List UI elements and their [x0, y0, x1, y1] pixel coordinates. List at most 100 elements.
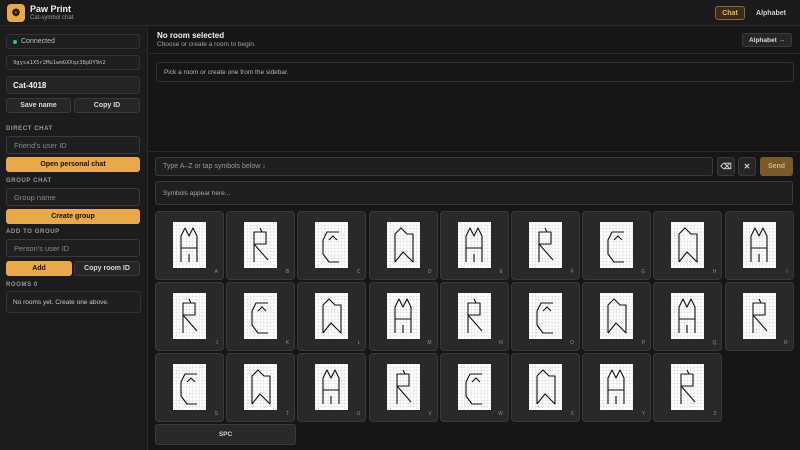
- send-button[interactable]: Send: [760, 157, 793, 176]
- symbol-key-label: A: [214, 269, 218, 275]
- person-id-input[interactable]: Person's user ID: [6, 239, 140, 257]
- symbol-key-g[interactable]: G: [582, 211, 652, 280]
- symbol-key-v[interactable]: V: [368, 353, 438, 422]
- symbol-key-s[interactable]: S: [155, 353, 224, 422]
- alphabet-button[interactable]: Alphabet →: [742, 33, 792, 47]
- symbol-key-label: X: [570, 411, 574, 417]
- symbol-key-x[interactable]: X: [511, 353, 580, 422]
- cat-symbol-glyph-x: [529, 364, 562, 410]
- cat-symbol-glyph-h: [671, 222, 705, 268]
- symbol-key-y[interactable]: Y: [582, 353, 652, 422]
- symbol-key-u[interactable]: U: [297, 353, 367, 422]
- cat-symbol-glyph-o: [529, 293, 562, 339]
- symbol-key-e[interactable]: E: [439, 211, 509, 280]
- rooms-heading: ROOMS 0: [6, 282, 38, 288]
- status-dot-icon: [13, 39, 17, 44]
- symbol-key-h[interactable]: H: [653, 211, 723, 280]
- messages-empty-state: Pick a room or create one from the sideb…: [156, 62, 794, 82]
- cat-symbol-glyph-e: [457, 222, 491, 268]
- save-name-button[interactable]: Save name: [6, 98, 71, 113]
- symbol-key-label: J: [215, 340, 219, 346]
- cat-symbol-glyph-l: [315, 293, 349, 339]
- status-text: Connected: [21, 38, 55, 45]
- symbol-key-a[interactable]: A: [155, 211, 224, 280]
- symbols-preview: Symbols appear here...: [155, 181, 793, 205]
- cat-symbol-glyph-i: [742, 222, 776, 268]
- symbol-key-j[interactable]: J: [155, 282, 224, 351]
- cat-symbol-glyph-b: [244, 222, 278, 268]
- symbol-key-label: T: [286, 411, 290, 417]
- symbol-key-label: P: [641, 340, 646, 346]
- symbol-key-label: W: [498, 411, 503, 417]
- display-name-field[interactable]: Cat-4018: [6, 76, 140, 94]
- symbol-key-label: G: [641, 269, 646, 275]
- cat-symbol-glyph-j: [173, 293, 206, 339]
- cat-symbol-glyph-t: [244, 364, 278, 410]
- symbol-key-b[interactable]: B: [226, 211, 296, 280]
- symbol-key-label: Y: [641, 411, 646, 417]
- symbol-key-n[interactable]: N: [439, 282, 509, 351]
- room-title: No room selected: [157, 31, 225, 40]
- cat-symbol-glyph-d: [386, 222, 420, 268]
- symbol-key-i[interactable]: I: [724, 211, 794, 280]
- cat-symbol-glyph-n: [457, 293, 491, 339]
- user-id-display[interactable]: 9gysa1X5r2Mu1wmGXXqz38pDY9n2: [6, 55, 140, 70]
- app-subtitle: Cat-symbol chat: [30, 15, 74, 21]
- sidebar: Connected 9gysa1X5r2Mu1wmGXXqz38pDY9n2 C…: [0, 26, 148, 450]
- add-to-group-heading: ADD TO GROUP: [6, 229, 60, 235]
- cat-symbol-glyph-a: [173, 222, 206, 268]
- create-group-button[interactable]: Create group: [6, 209, 140, 224]
- symbol-key-o[interactable]: O: [511, 282, 580, 351]
- group-chat-heading: GROUP CHAT: [6, 178, 52, 184]
- symbol-key-label: U: [356, 411, 361, 417]
- cat-symbol-glyph-s: [173, 364, 206, 410]
- cat-symbol-glyph-m: [386, 293, 420, 339]
- symbol-key-m[interactable]: M: [368, 282, 438, 351]
- symbol-key-d[interactable]: D: [368, 211, 438, 280]
- backspace-icon[interactable]: ⌫: [717, 157, 735, 176]
- cat-symbol-glyph-c: [315, 222, 349, 268]
- open-personal-chat-button[interactable]: Open personal chat: [6, 157, 140, 172]
- space-key[interactable]: SPC: [155, 424, 296, 445]
- friend-id-input[interactable]: Friend's user ID: [6, 136, 140, 154]
- symbol-key-label: B: [285, 269, 290, 275]
- symbol-key-label: Z: [713, 411, 717, 417]
- symbol-key-f[interactable]: F: [511, 211, 580, 280]
- symbol-key-t[interactable]: T: [226, 353, 296, 422]
- symbol-key-label: Q: [712, 340, 717, 346]
- symbol-key-label: M: [427, 340, 432, 346]
- cat-symbol-glyph-g: [600, 222, 634, 268]
- symbol-key-p[interactable]: P: [582, 282, 652, 351]
- symbol-key-label: F: [570, 269, 574, 275]
- symbol-key-r[interactable]: R: [724, 282, 794, 351]
- symbol-key-q[interactable]: Q: [653, 282, 723, 351]
- symbol-key-label: C: [356, 269, 361, 275]
- nav-alphabet-tab[interactable]: Alphabet: [752, 6, 790, 20]
- symbol-key-l[interactable]: L: [297, 282, 367, 351]
- group-name-input[interactable]: Group name: [6, 188, 140, 206]
- symbol-key-k[interactable]: K: [226, 282, 296, 351]
- symbol-key-label: N: [499, 340, 503, 346]
- cat-symbol-glyph-r: [742, 293, 776, 339]
- copy-id-button[interactable]: Copy ID: [74, 98, 140, 113]
- symbol-key-c[interactable]: C: [297, 211, 367, 280]
- add-button[interactable]: Add: [6, 261, 72, 276]
- symbol-key-label: E: [499, 269, 503, 275]
- symbol-key-label: D: [427, 269, 432, 275]
- close-icon[interactable]: ✕: [738, 157, 756, 176]
- rooms-empty-state: No rooms yet. Create one above.: [6, 291, 141, 313]
- symbol-key-z[interactable]: Z: [653, 353, 723, 422]
- symbol-key-label: S: [214, 411, 218, 417]
- cat-symbol-glyph-f: [529, 222, 562, 268]
- message-input[interactable]: Type A–Z or tap symbols below ↓: [155, 157, 713, 176]
- cat-symbol-glyph-k: [244, 293, 278, 339]
- cat-symbol-glyph-y: [600, 364, 634, 410]
- symbol-key-label: L: [357, 340, 361, 346]
- direct-chat-heading: DIRECT CHAT: [6, 126, 53, 132]
- paw-icon: ❁: [7, 4, 25, 22]
- symbol-key-label: V: [428, 411, 432, 417]
- copy-room-id-button[interactable]: Copy room ID: [74, 261, 140, 276]
- nav-chat-tab[interactable]: Chat: [715, 6, 745, 20]
- symbol-key-label: H: [712, 269, 717, 275]
- symbol-key-w[interactable]: W: [439, 353, 509, 422]
